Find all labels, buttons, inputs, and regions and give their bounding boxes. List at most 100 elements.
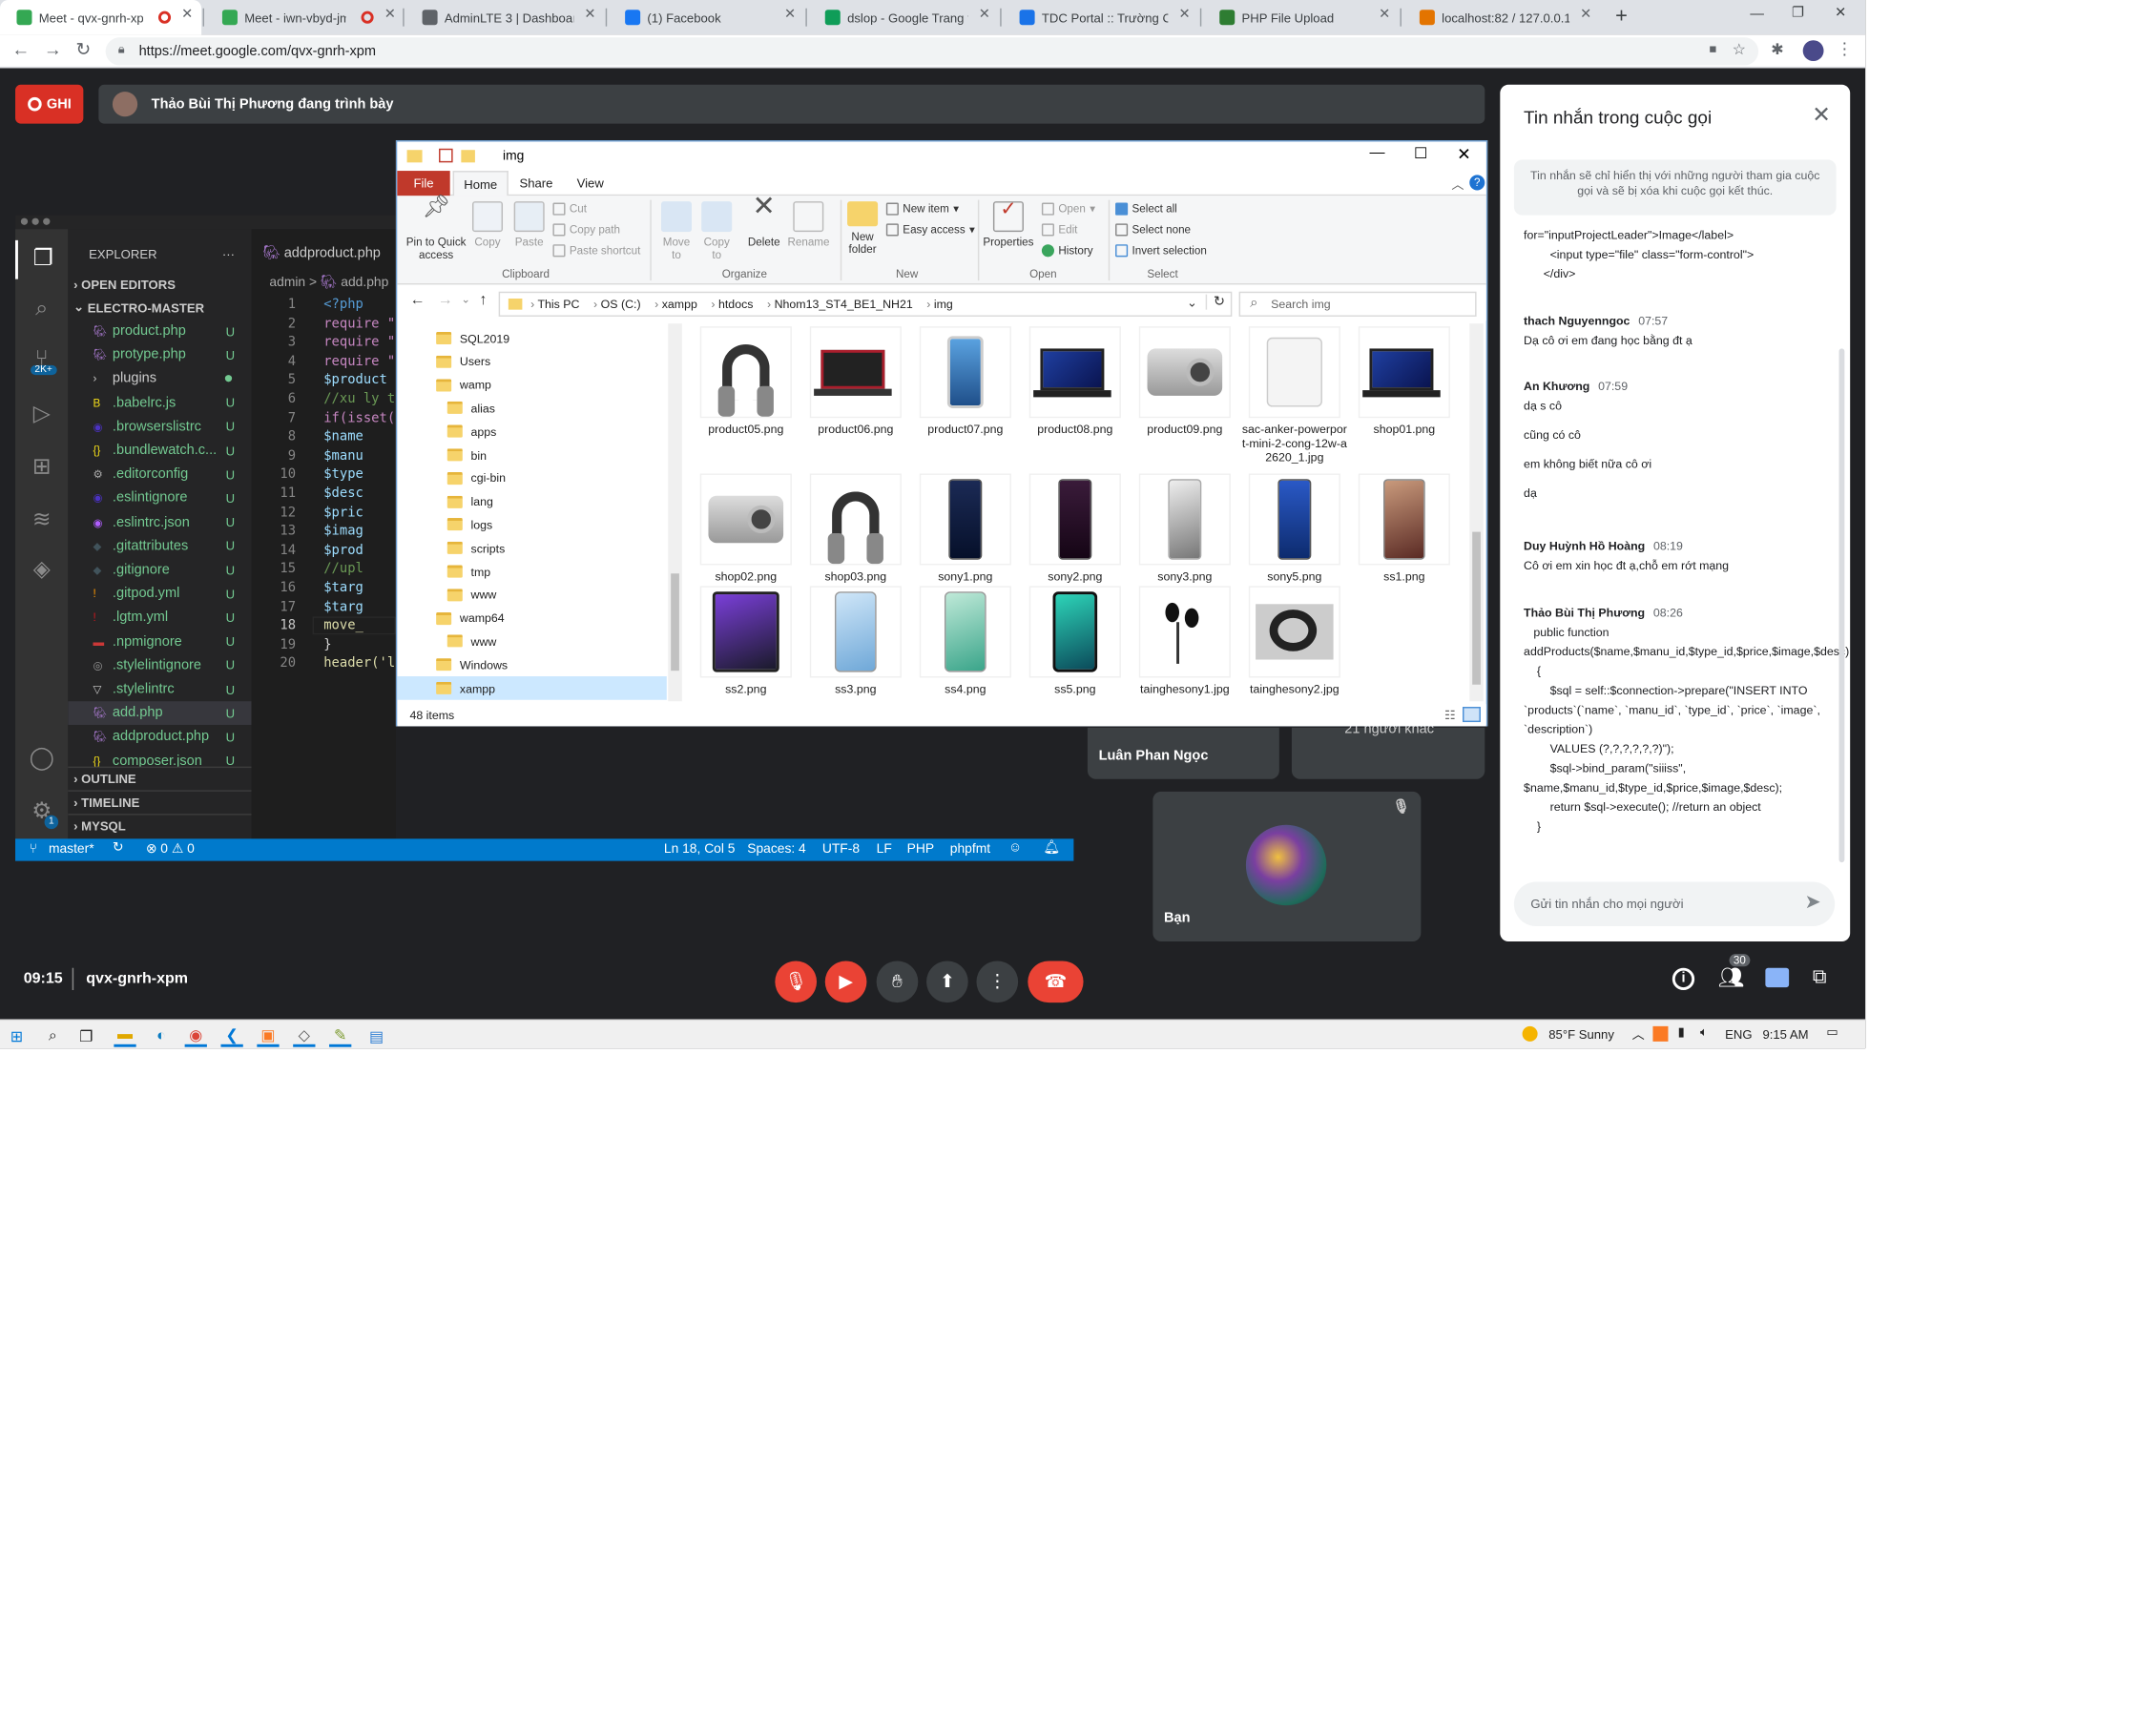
file-tree-item[interactable]: ◉ .browserslistrc U <box>68 415 251 439</box>
new-item-button[interactable]: New item ▾ <box>885 202 959 216</box>
tab-share[interactable]: Share <box>511 171 561 196</box>
language-mode[interactable]: PHP <box>907 841 934 857</box>
path-segment[interactable]: Nhom13_ST4_BE1_NH21 <box>775 298 913 312</box>
close-tab-icon[interactable]: ✕ <box>181 7 193 22</box>
grid-scrollbar[interactable] <box>1469 323 1484 702</box>
nav-folder-item[interactable]: bin <box>397 443 666 466</box>
file-item[interactable]: product05.png <box>693 326 799 436</box>
invert-selection-button[interactable]: Invert selection <box>1115 244 1207 258</box>
path-breadcrumb[interactable]: › This PC › OS (C:) › xampp › htdocs › Nhom1… <box>498 291 1233 317</box>
file-item[interactable]: shop02.png <box>693 473 799 583</box>
close-tab-icon[interactable]: ✕ <box>1379 7 1390 22</box>
editor-tab[interactable]: 🐘︎ addproduct.php <box>262 246 381 261</box>
cursor-position[interactable]: Ln 18, Col 5 <box>664 841 736 857</box>
paste-shortcut-button[interactable]: Paste shortcut <box>552 244 640 258</box>
nav-folder-item[interactable]: tmp <box>397 560 666 584</box>
close-window-icon[interactable]: ✕ <box>1835 6 1846 21</box>
file-tree-item[interactable]: ▽ .stylelintrc U <box>68 677 251 701</box>
file-tree-item[interactable]: ◆ .gitignore U <box>68 558 251 582</box>
file-item[interactable]: shop01.png <box>1352 326 1458 436</box>
nav-folder-item[interactable]: Windows <box>397 653 666 677</box>
branch-label[interactable]: master* <box>49 841 94 857</box>
file-tree-item[interactable]: 🐘︎ protype.php U <box>68 343 251 367</box>
browser-tab[interactable]: Meet - qvx-gnrh-xpm ✕ <box>0 0 202 35</box>
file-item[interactable]: ss1.png <box>1352 473 1458 583</box>
file-item[interactable]: ss5.png <box>1023 586 1129 695</box>
timeline-section[interactable]: › TIMELINE <box>68 790 252 814</box>
editor-app-icon[interactable]: ◇ <box>293 1024 316 1047</box>
nav-folder-item[interactable]: lang <box>397 489 666 513</box>
file-item[interactable]: product08.png <box>1023 326 1129 436</box>
file-tree-item[interactable]: B .babelrc.js U <box>68 391 251 415</box>
nav-folder-item[interactable]: cgi-bin <box>397 466 666 490</box>
sync-icon[interactable]: ↻ <box>113 840 124 856</box>
collapse-ribbon-icon[interactable]: ︿ <box>1451 175 1464 193</box>
cut-button[interactable]: Cut <box>552 202 587 216</box>
large-icons-view-icon[interactable] <box>1463 707 1481 723</box>
project-section[interactable]: ⌄ ELECTRO-MASTER <box>68 296 251 320</box>
file-item[interactable]: tainghesony2.jpg <box>1242 586 1348 695</box>
formatter[interactable]: phpfmt <box>950 841 990 857</box>
rename-button[interactable]: Rename <box>787 201 830 249</box>
layers-icon[interactable]: ◈ <box>15 551 68 590</box>
minimize-icon[interactable]: — <box>1369 144 1384 160</box>
record-indicator[interactable]: GHI <box>15 84 84 124</box>
activities-icon[interactable]: ⧉ <box>1813 965 1827 989</box>
file-item[interactable]: product06.png <box>802 326 908 436</box>
file-tree-item[interactable]: ! .lgtm.yml U <box>68 606 251 630</box>
file-tree-item[interactable]: ◎ .stylelintignore U <box>68 653 251 677</box>
file-item[interactable]: sony3.png <box>1132 473 1238 583</box>
chat-input[interactable]: Gửi tin nhắn cho mọi người ➤ <box>1513 881 1836 927</box>
back-icon[interactable]: ← <box>9 39 33 60</box>
up-arrow-icon[interactable]: ↑ <box>479 292 487 308</box>
edge-app-icon[interactable]: ◐ <box>150 1024 172 1046</box>
nav-folder-item[interactable]: scripts <box>397 536 666 560</box>
tray-chevron-icon[interactable]: ︿ <box>1632 1024 1645 1043</box>
close-tab-icon[interactable]: ✕ <box>1178 7 1190 22</box>
mysql-section[interactable]: › MYSQL <box>68 814 252 837</box>
file-item[interactable]: shop03.png <box>802 473 908 583</box>
file-tree-item[interactable]: ⚙ .editorconfig U <box>68 463 251 486</box>
menu-icon[interactable]: ⋮ <box>1837 39 1853 58</box>
path-segment[interactable]: OS (C:) <box>601 298 641 312</box>
tray-volume-icon[interactable]: 🔈︎ <box>1700 1024 1708 1040</box>
line-ending[interactable]: LF <box>877 841 892 857</box>
indent-spaces[interactable]: Spaces: 4 <box>747 841 806 857</box>
close-tab-icon[interactable]: ✕ <box>784 7 796 22</box>
file-item[interactable]: ss3.png <box>802 586 908 695</box>
account-icon[interactable]: ◯ <box>15 740 68 779</box>
chrome-app-icon[interactable]: ◉ <box>184 1024 207 1047</box>
file-encoding[interactable]: UTF-8 <box>822 841 860 857</box>
path-segment[interactable]: img <box>934 298 953 312</box>
paste-button[interactable]: Paste <box>509 201 549 249</box>
file-tree-item[interactable]: 🐘︎ add.php U <box>68 701 252 726</box>
nav-folder-item[interactable]: wamp64 <box>397 607 666 630</box>
file-item[interactable]: sony5.png <box>1242 473 1348 583</box>
details-view-icon[interactable]: ☷ <box>1444 708 1456 723</box>
restore-icon[interactable]: ❐ <box>1792 6 1804 21</box>
raise-hand-button[interactable]: ✋︎ <box>876 961 919 1003</box>
close-icon[interactable]: ✕ <box>1457 144 1471 163</box>
help-icon[interactable]: ? <box>1469 175 1485 191</box>
camera-icon[interactable]: ■ <box>1710 42 1717 56</box>
properties-qat-icon[interactable] <box>439 148 453 163</box>
file-tree-item[interactable]: ! .gitpod.yml U <box>68 582 251 606</box>
file-item[interactable]: product07.png <box>912 326 1018 436</box>
file-tree-item[interactable]: ▬ .npmignore U <box>68 630 251 653</box>
nav-folder-item[interactable]: alias <box>397 396 666 420</box>
newfolder-qat-icon[interactable] <box>461 150 475 163</box>
browser-tab[interactable]: localhost:82 / 127.0.0.1 / a ✕ <box>1402 0 1600 34</box>
close-tab-icon[interactable]: ✕ <box>1580 7 1591 22</box>
participant-tile-luan[interactable]: Luân Phan Ngọc <box>1087 727 1279 779</box>
new-tab-button[interactable]: + <box>1615 4 1628 28</box>
file-tree-item[interactable]: ◉ .eslintignore U <box>68 486 251 510</box>
file-item[interactable]: ss2.png <box>693 586 799 695</box>
file-item[interactable]: sony2.png <box>1023 473 1129 583</box>
nav-folder-item[interactable]: Users <box>397 350 666 374</box>
more-options-button[interactable]: ⋮ <box>976 961 1019 1003</box>
nav-folder-item[interactable]: SQL2019 <box>397 326 666 350</box>
chat-scrollbar[interactable] <box>1838 348 1845 863</box>
tab-home[interactable]: Home <box>452 171 509 196</box>
camera-off-button[interactable]: ▶︎ <box>824 961 867 1003</box>
extensions-icon[interactable]: ⊞ <box>15 448 68 487</box>
